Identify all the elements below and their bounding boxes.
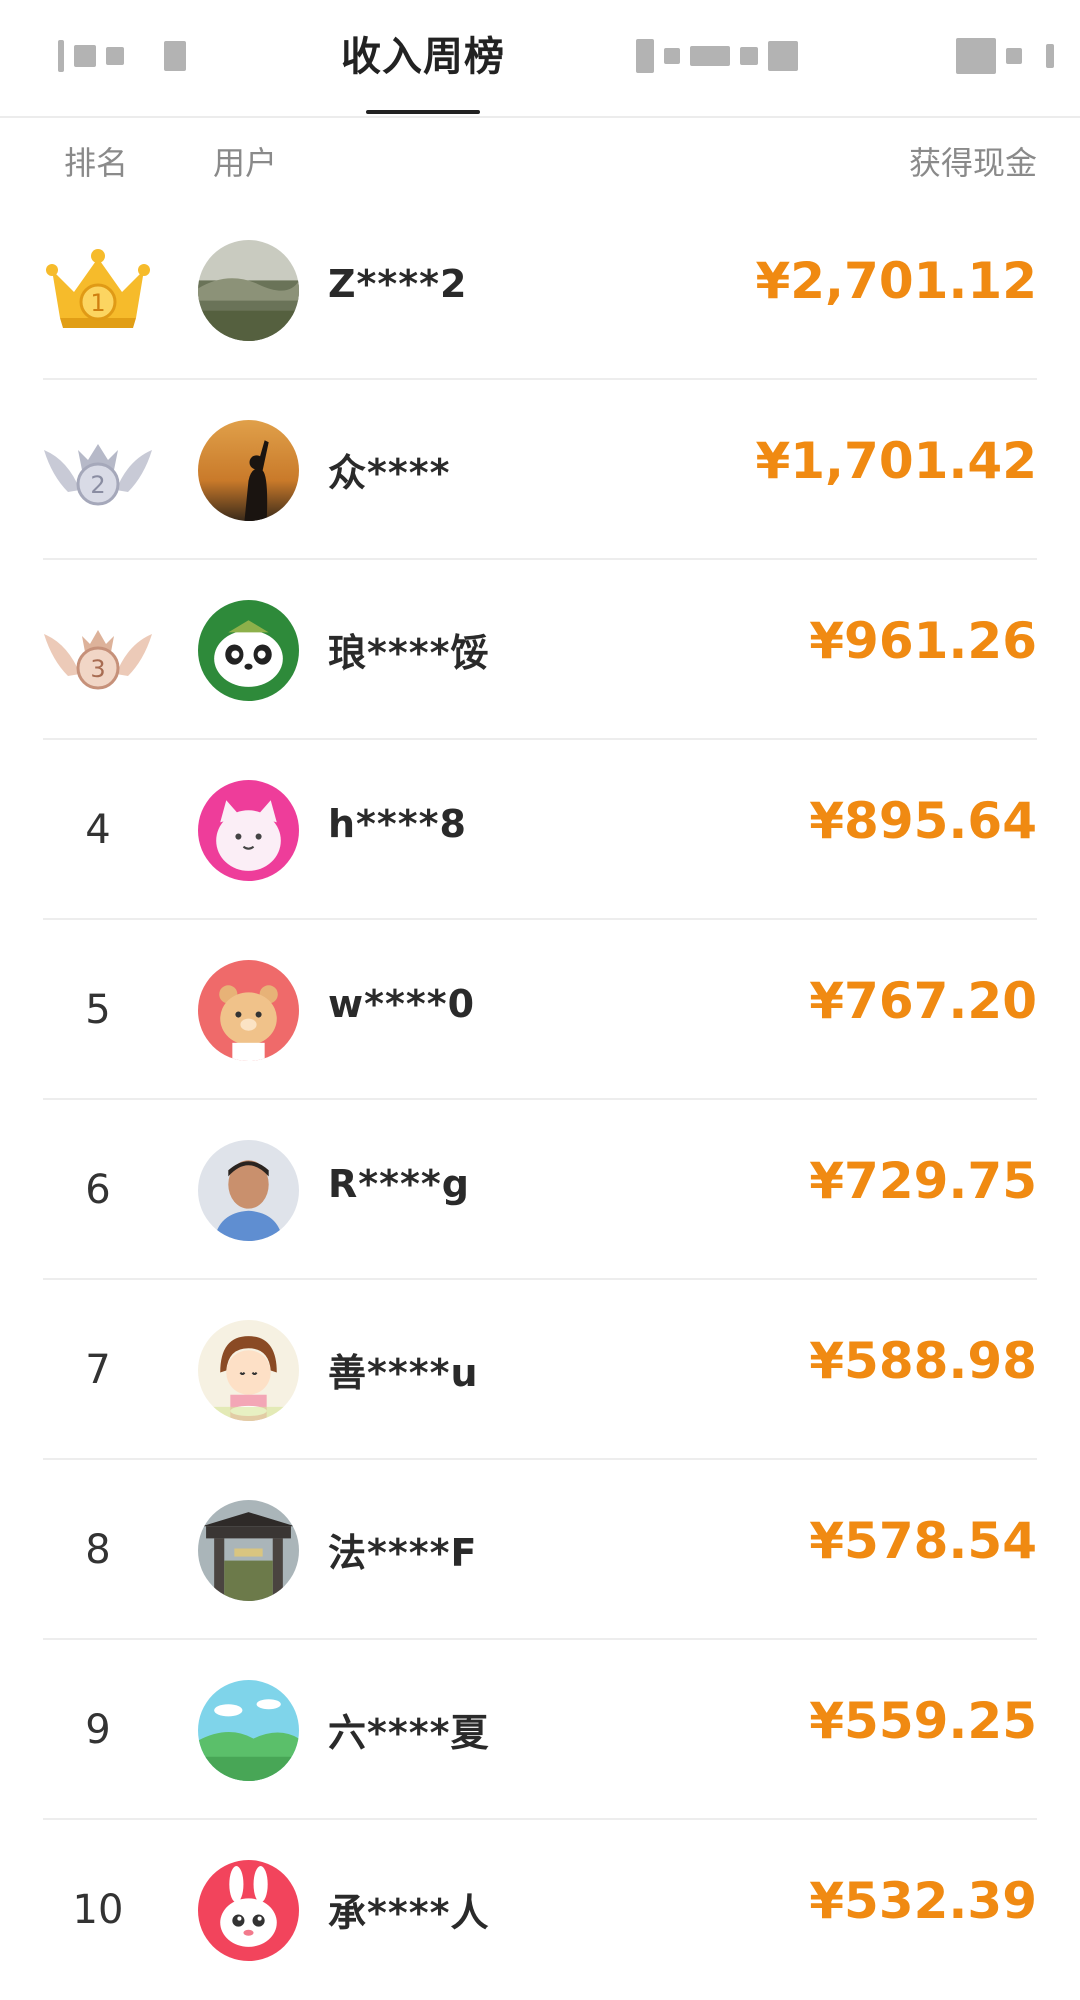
avatar[interactable]	[198, 1320, 299, 1421]
cash-amount: ¥895.64	[809, 792, 1037, 850]
cash-amount: ¥1,701.42	[755, 432, 1037, 490]
cash-amount: ¥532.39	[809, 1872, 1037, 1930]
avatar[interactable]	[198, 780, 299, 881]
user-name: w****0	[328, 982, 476, 1026]
user-name: 六****夏	[328, 1711, 490, 1755]
column-cash: 获得现金	[908, 144, 1037, 182]
gold-crown-medal-icon: 1	[38, 240, 158, 340]
avatar[interactable]	[198, 420, 299, 521]
list-item[interactable]: 6 R****g ¥729.75	[0, 1100, 1080, 1280]
tab-weekly-income-label: 收入周榜	[341, 34, 505, 80]
user-name: R****g	[328, 1162, 470, 1206]
svg-text:2: 2	[90, 471, 105, 499]
user-name: 承****人	[328, 1891, 490, 1935]
column-user: 用户	[213, 144, 278, 182]
tab-weekly-income[interactable]: 收入周榜	[330, 0, 516, 116]
svg-text:3: 3	[90, 655, 105, 683]
column-header: 排名 用户 获得现金	[0, 118, 1080, 198]
list-item[interactable]: 1 Z****2 ¥2,701.12	[0, 200, 1080, 380]
user-name: Z****2	[328, 262, 468, 306]
user-name: 善****u	[328, 1351, 479, 1395]
list-item[interactable]: 2 众**** ¥1,701.42	[0, 380, 1080, 560]
tab-blurred-1[interactable]	[58, 36, 186, 76]
user-name: 法****F	[328, 1531, 478, 1575]
ranking-list: 1 Z****2 ¥2,701.12 2 众**** ¥1,701.42 3 琅…	[0, 200, 1080, 2000]
list-item[interactable]: 9 六****夏 ¥559.25	[0, 1640, 1080, 1820]
user-name: 众****	[328, 451, 451, 495]
column-rank: 排名	[64, 144, 129, 182]
list-item[interactable]: 3 琅****馁 ¥961.26	[0, 560, 1080, 740]
list-item[interactable]: 8 法****F ¥578.54	[0, 1460, 1080, 1640]
cash-amount: ¥559.25	[809, 1692, 1037, 1750]
avatar[interactable]	[198, 240, 299, 341]
user-name: 琅****馁	[328, 631, 490, 675]
avatar[interactable]	[198, 1140, 299, 1241]
cash-amount: ¥578.54	[809, 1512, 1037, 1570]
avatar[interactable]	[198, 600, 299, 701]
rank-number: 5	[85, 987, 111, 1033]
list-item[interactable]: 4 h****8 ¥895.64	[0, 740, 1080, 920]
bronze-crown-medal-icon: 3	[38, 600, 158, 700]
tab-active-indicator	[366, 110, 480, 114]
list-item[interactable]: 5 w****0 ¥767.20	[0, 920, 1080, 1100]
rank-number: 6	[85, 1167, 111, 1213]
cash-amount: ¥588.98	[809, 1332, 1037, 1390]
rank-number: 8	[85, 1527, 111, 1573]
list-item[interactable]: 7 善****u ¥588.98	[0, 1280, 1080, 1460]
user-name: h****8	[328, 802, 467, 846]
list-item[interactable]: 10 承****人 ¥532.39	[0, 1820, 1080, 2000]
cash-amount: ¥961.26	[809, 612, 1037, 670]
tab-blurred-2[interactable]	[636, 36, 798, 76]
rank-number: 10	[72, 1887, 124, 1933]
silver-crown-medal-icon: 2	[38, 420, 158, 520]
avatar[interactable]	[198, 960, 299, 1061]
rank-number: 9	[85, 1707, 111, 1753]
cash-amount: ¥767.20	[809, 972, 1037, 1030]
tab-blurred-3[interactable]	[956, 36, 1054, 76]
cash-amount: ¥2,701.12	[755, 252, 1037, 310]
avatar[interactable]	[198, 1860, 299, 1961]
avatar[interactable]	[198, 1680, 299, 1781]
avatar[interactable]	[198, 1500, 299, 1601]
tab-bar: 收入周榜	[0, 0, 1080, 118]
cash-amount: ¥729.75	[809, 1152, 1037, 1210]
svg-text:1: 1	[90, 289, 105, 317]
rank-number: 7	[85, 1347, 111, 1393]
rank-number: 4	[85, 807, 111, 853]
